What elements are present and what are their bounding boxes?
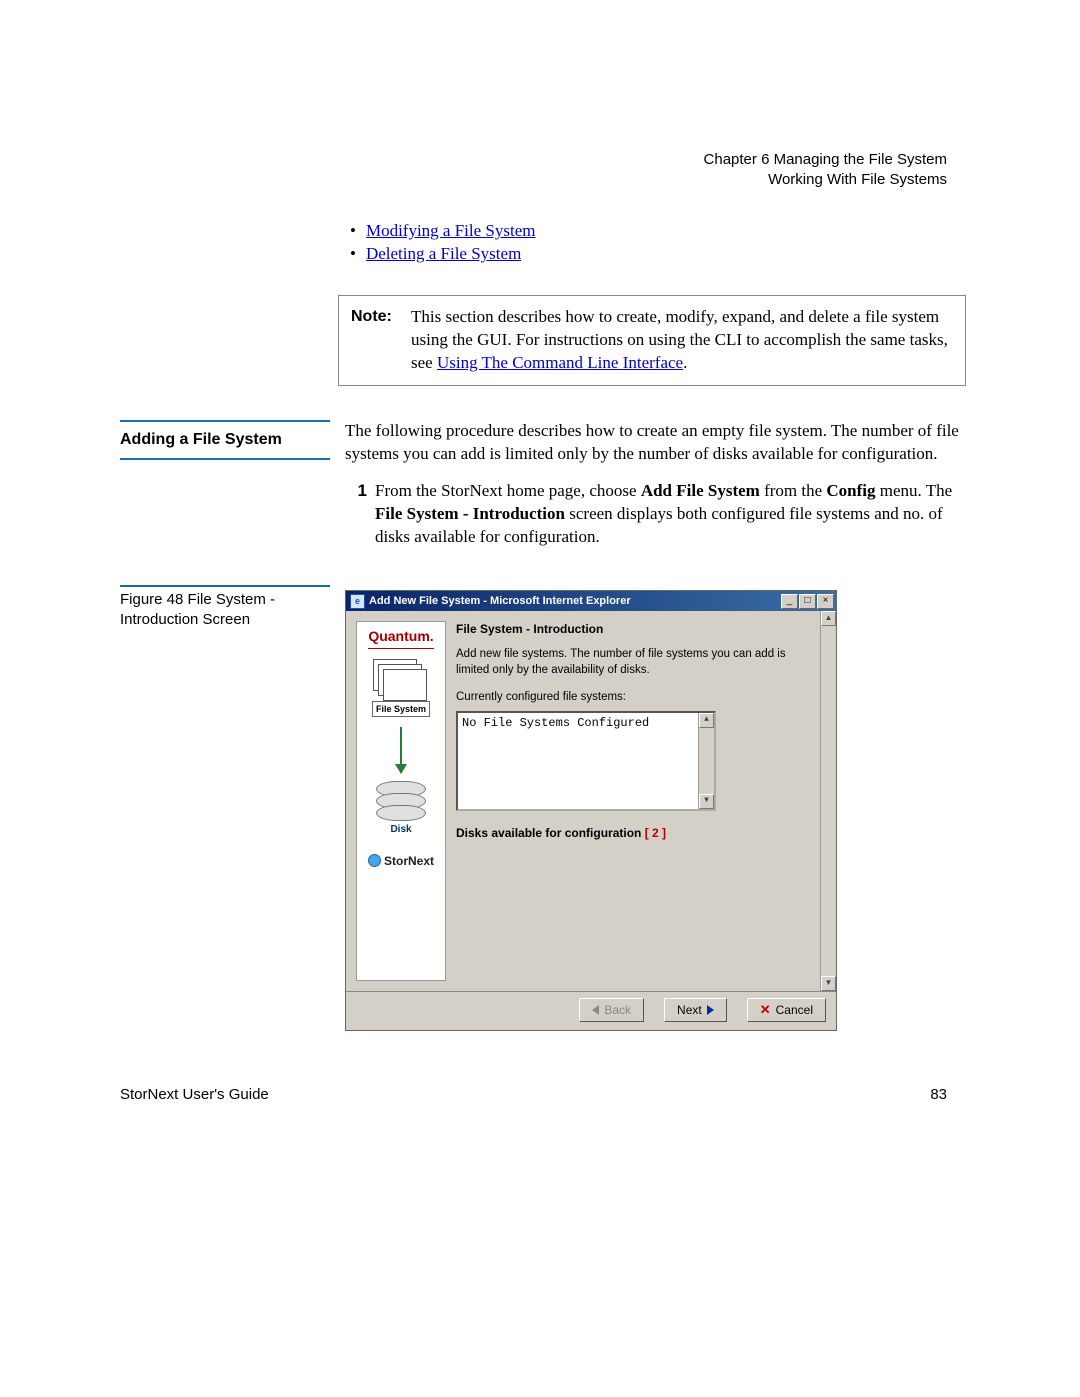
scroll-down-icon[interactable]: ▼ [821, 976, 836, 991]
scroll-down-icon[interactable]: ▼ [699, 794, 714, 809]
cancel-button-label: Cancel [776, 1002, 813, 1018]
configured-fs-label: Currently configured file systems: [456, 690, 810, 706]
wizard-body: Quantum. File System Disk [346, 611, 820, 991]
step-text-seg: from the [760, 481, 827, 500]
minimize-button[interactable]: _ [781, 594, 798, 609]
disks-available-label: Disks available for configuration [ 2 ] [456, 825, 810, 841]
step-1: 1 From the StorNext home page, choose Ad… [345, 480, 970, 549]
disks-available-text: Disks available for configuration [456, 826, 645, 840]
cross-reference-list: Modifying a File System Deleting a File … [350, 220, 965, 266]
maximize-button[interactable]: □ [799, 594, 816, 609]
arrow-down-icon [400, 727, 402, 773]
back-button-label: Back [604, 1002, 631, 1018]
step-number: 1 [345, 480, 367, 549]
close-window-button[interactable]: × [817, 594, 834, 609]
x-icon: ✕ [760, 1001, 771, 1019]
triangle-left-icon [592, 1005, 599, 1015]
triangle-right-icon [707, 1005, 714, 1015]
link-delete-fs[interactable]: Deleting a File System [366, 244, 521, 263]
stornext-text: StorNext [384, 853, 434, 869]
listbox-item: No File Systems Configured [462, 716, 649, 730]
footer-doc-title: StorNext User's Guide [120, 1085, 269, 1105]
note-callout: Note: This section describes how to crea… [338, 295, 966, 386]
note-label: Note: [351, 306, 411, 375]
stornext-logo: StorNext [368, 853, 434, 869]
note-body: This section describes how to create, mo… [411, 306, 955, 375]
stornext-globe-icon [368, 854, 381, 867]
link-modify-fs[interactable]: Modifying a File System [366, 221, 536, 240]
quantum-logo: Quantum. [368, 627, 433, 649]
window-title: Add New File System - Microsoft Internet… [369, 594, 780, 609]
scroll-up-icon[interactable]: ▲ [699, 713, 714, 728]
wizard-content: File System - Introduction Add new file … [456, 621, 810, 981]
step-bold-fs-intro: File System - Introduction [375, 504, 565, 523]
cancel-button[interactable]: ✕ Cancel [747, 998, 826, 1022]
figure-rule [120, 585, 330, 587]
folder-icon [383, 669, 427, 701]
body-column: The following procedure describes how to… [345, 420, 970, 549]
wizard-title: File System - Introduction [456, 621, 810, 637]
disk-icon [376, 805, 426, 821]
figure-caption: Figure 48 File System - Introduction Scr… [120, 590, 330, 631]
disks-available-count: [ 2 ] [645, 826, 666, 840]
intro-paragraph: The following procedure describes how to… [345, 420, 970, 466]
step-text-seg: menu. The [876, 481, 953, 500]
ie-app-icon: e [350, 594, 365, 609]
document-page: Chapter 6 Managing the File System Worki… [0, 0, 1080, 1397]
page-header: Chapter 6 Managing the File System Worki… [704, 150, 947, 191]
step-bold-config: Config [826, 481, 875, 500]
disk-graphic: Disk [376, 781, 426, 837]
step-bold-add-file-system: Add File System [641, 481, 760, 500]
window-titlebar: e Add New File System - Microsoft Intern… [346, 591, 836, 611]
back-button[interactable]: Back [579, 998, 644, 1022]
step-text: From the StorNext home page, choose Add … [375, 480, 970, 549]
configured-fs-listbox[interactable]: No File Systems Configured ▲ ▼ [456, 711, 716, 811]
wizard-description: Add new file systems. The number of file… [456, 647, 810, 678]
screenshot-ie-window: e Add New File System - Microsoft Intern… [345, 590, 837, 1031]
wizard-button-row: Back Next ✕ Cancel [346, 991, 836, 1030]
link-cli-reference[interactable]: Using The Command Line Interface [437, 353, 683, 372]
step-text-seg: From the StorNext home page, choose [375, 481, 641, 500]
disk-label: Disk [390, 823, 411, 837]
window-scrollbar[interactable]: ▲ ▼ [820, 611, 836, 991]
file-system-label: File System [372, 701, 430, 717]
scroll-up-icon[interactable]: ▲ [821, 611, 836, 626]
chapter-label: Chapter 6 Managing the File System [704, 150, 947, 170]
listbox-scrollbar[interactable]: ▲ ▼ [698, 713, 714, 809]
section-label: Working With File Systems [704, 170, 947, 190]
sidebar-heading-adding-fs: Adding a File System [120, 420, 330, 460]
file-system-graphic [373, 659, 429, 701]
next-button-label: Next [677, 1002, 702, 1018]
note-text-post: . [683, 353, 687, 372]
footer-page-number: 83 [930, 1085, 947, 1105]
window-body-row: Quantum. File System Disk [346, 611, 836, 991]
next-button[interactable]: Next [664, 998, 727, 1022]
wizard-sidebar: Quantum. File System Disk [356, 621, 446, 981]
